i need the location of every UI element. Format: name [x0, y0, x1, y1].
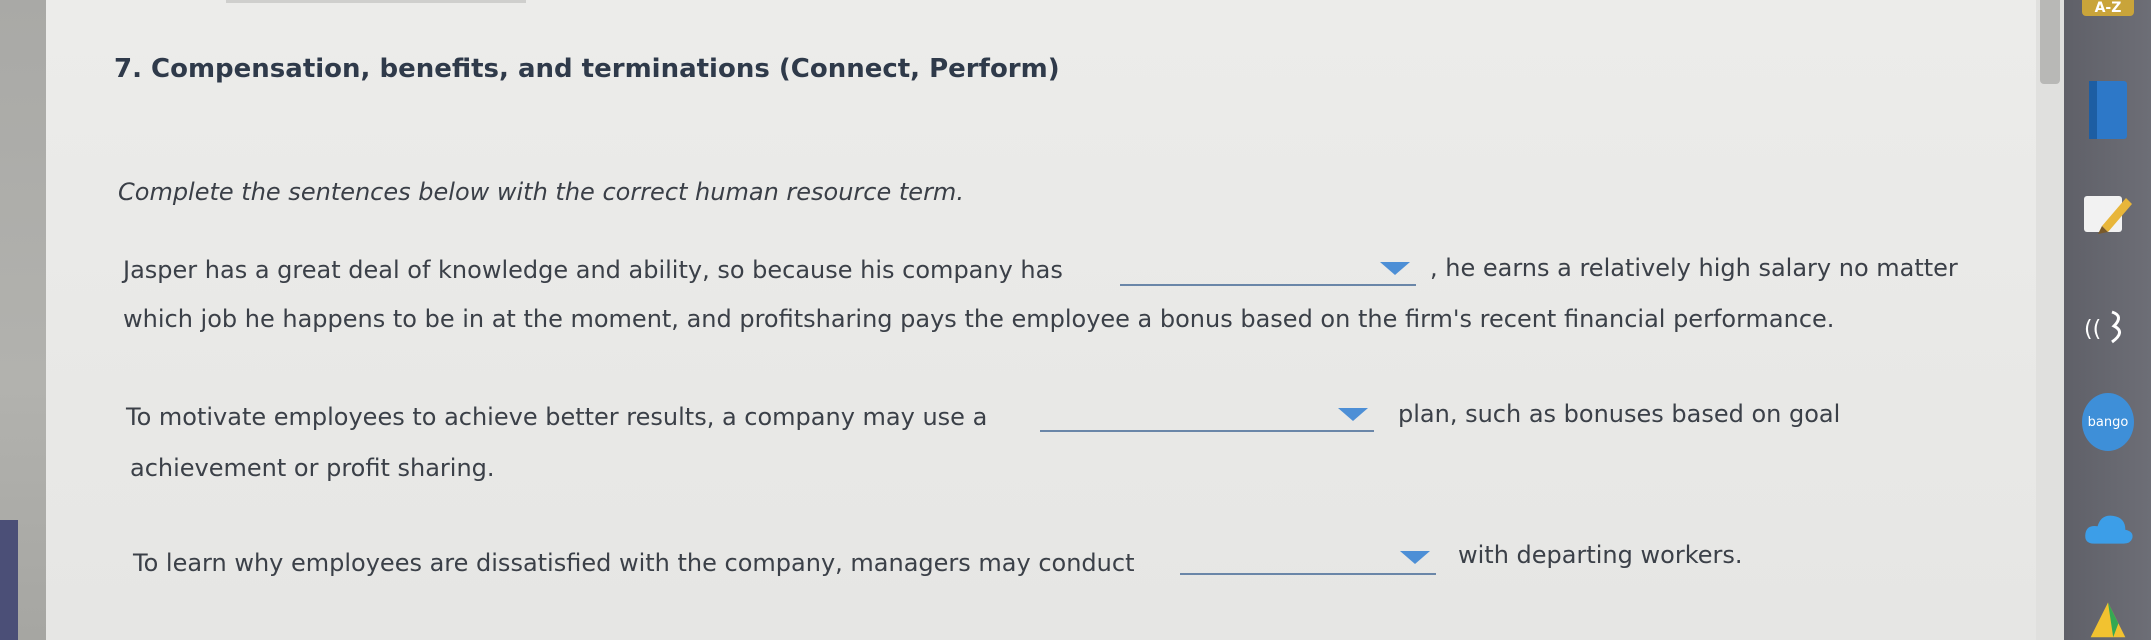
sentence-1-after: , he earns a relatively high salary no m… — [1430, 254, 1958, 282]
pencil-icon[interactable] — [2082, 188, 2134, 240]
sentence-3-after: with departing workers. — [1458, 541, 1743, 569]
sentence-2-before: To motivate employees to achieve better … — [126, 403, 988, 431]
sentence-3-before: To learn why employees are dissatisfied … — [133, 549, 1135, 577]
sentence-2-after: plan, such as bonuses based on goal — [1398, 400, 1841, 428]
top-divider — [226, 0, 526, 3]
audio-icon[interactable]: (( — [2082, 300, 2134, 352]
question-instructions: Complete the sentences below with the co… — [118, 178, 964, 206]
scrollbar-thumb[interactable] — [2040, 0, 2060, 84]
left-edge-accent — [0, 520, 18, 640]
chevron-down-icon — [1338, 408, 1368, 421]
left-window-edge — [0, 0, 46, 640]
dictionary-label: A-Z — [2094, 0, 2122, 16]
vertical-scrollbar[interactable] — [2036, 0, 2064, 640]
book-icon[interactable] — [2082, 78, 2134, 142]
sentence-2-dropdown[interactable] — [1040, 400, 1374, 432]
drive-icon[interactable] — [2082, 598, 2134, 640]
question-title: 7. Compensation, benefits, and terminati… — [114, 54, 1060, 84]
chevron-down-icon — [1380, 262, 1410, 275]
sentence-1-dropdown[interactable] — [1120, 254, 1416, 286]
dictionary-icon[interactable]: A-Z — [2082, 0, 2134, 18]
sentence-3-dropdown[interactable] — [1180, 543, 1436, 575]
svg-text:((: (( — [2084, 317, 2101, 342]
chevron-down-icon — [1400, 551, 1430, 564]
dock-sidebar: A-Z (( bango — [2064, 0, 2151, 640]
bango-label: bango — [2087, 414, 2129, 430]
cloud-icon[interactable] — [2082, 502, 2134, 554]
sentence-1-continuation: which job he happens to be in at the mom… — [123, 305, 1835, 333]
bango-icon[interactable]: bango — [2082, 393, 2134, 451]
sentence-2-continuation: achievement or profit sharing. — [130, 454, 495, 482]
sentence-1-before: Jasper has a great deal of knowledge and… — [123, 256, 1063, 284]
